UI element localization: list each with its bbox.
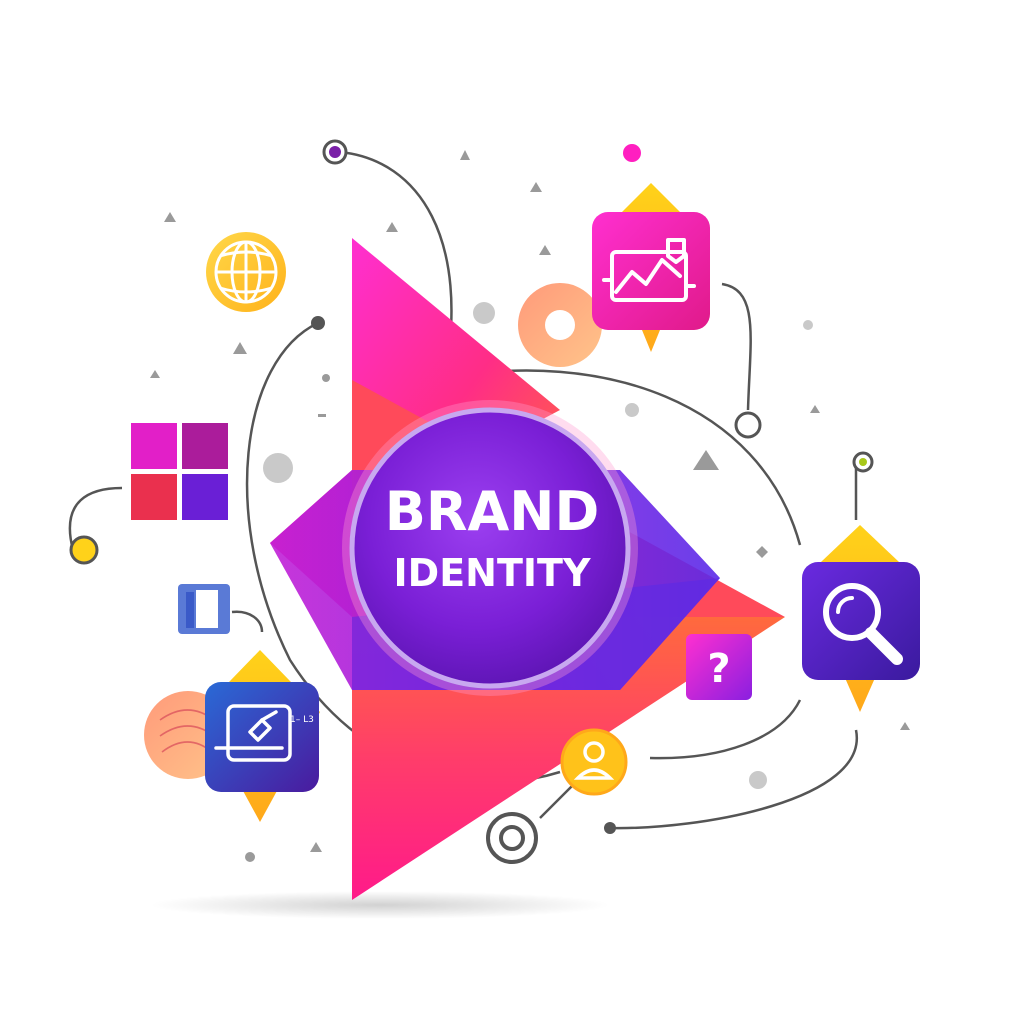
color-grid-icon (131, 423, 228, 520)
hub-circle (349, 407, 631, 689)
node-core-green (859, 458, 867, 466)
sidebar-layout-icon (178, 584, 230, 634)
node-dot (311, 316, 325, 330)
design-tile-annotation: 1– L3 (290, 715, 314, 725)
node-dot-magenta (623, 144, 641, 162)
node-ring (734, 411, 762, 439)
user-icon (560, 728, 628, 796)
node-ring-yellow (69, 535, 99, 565)
node-dot (604, 822, 616, 834)
hub-title-line1: BRAND (385, 480, 600, 543)
globe-icon (206, 232, 286, 312)
question-glyph: ? (707, 646, 730, 692)
analytics-chart-icon (518, 183, 710, 367)
design-tool-icon: 1– L3 (144, 650, 320, 822)
hub-title-line2: IDENTITY (394, 551, 591, 595)
brand-identity-hub: BRAND IDENTITY (342, 400, 638, 696)
brand-identity-illustration: BRAND IDENTITY 1– L3 ? (68, 139, 920, 919)
node-core-top (329, 146, 341, 158)
node-double-ring-inner (499, 825, 525, 851)
search-tile (802, 562, 920, 680)
chart-tile (592, 212, 710, 330)
question-icon: ? (686, 634, 752, 700)
ground-shadow (150, 891, 610, 919)
search-icon (802, 525, 920, 712)
